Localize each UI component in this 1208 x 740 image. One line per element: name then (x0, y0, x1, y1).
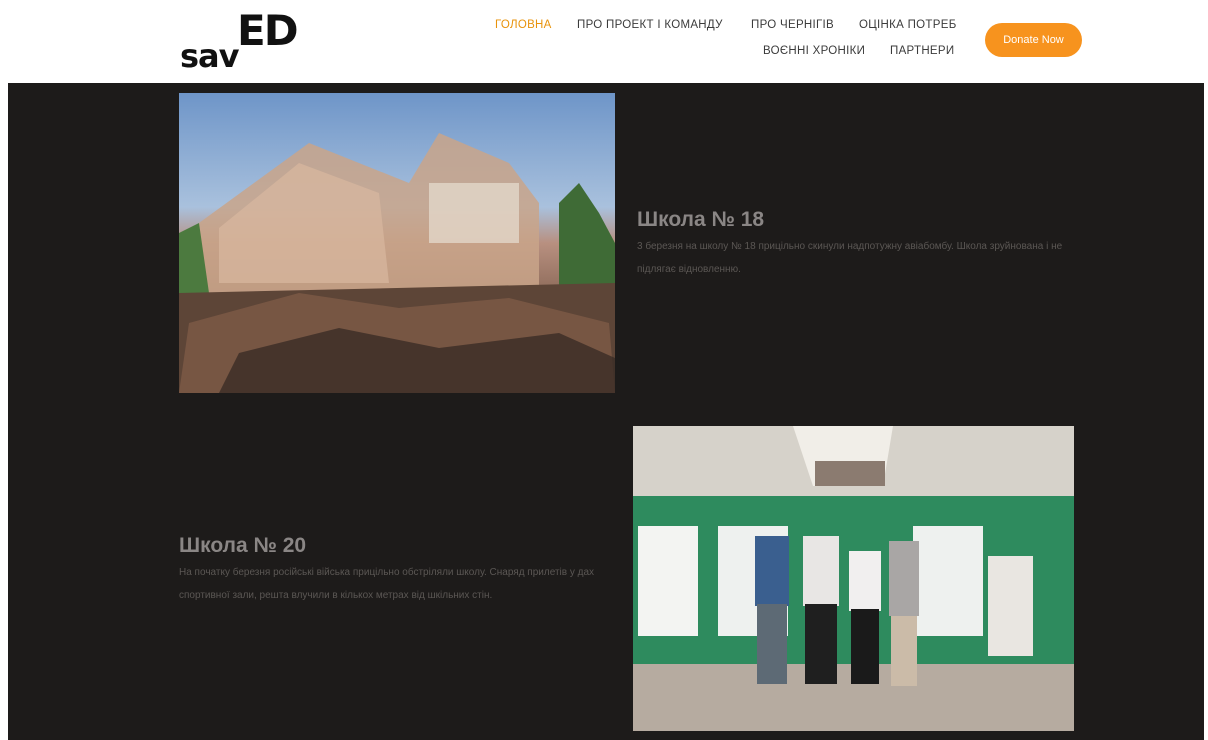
nav-item-about-project[interactable]: ПРО ПРОЕКТ І КОМАНДУ (577, 19, 723, 31)
section-title: Школа № 20 (179, 534, 307, 557)
section-description: 3 березня на школу № 18 прицільно скинул… (637, 241, 1063, 275)
site-header: sav ED ГОЛОВНА ПРО ПРОЕКТ І КОМАНДУ ПРО … (0, 0, 1208, 83)
nav-item-partners[interactable]: ПАРТНЕРИ (890, 45, 954, 57)
nav-item-needs-assessment[interactable]: ОЦІНКА ПОТРЕБ (859, 19, 957, 31)
donate-button[interactable]: Donate Now (985, 23, 1082, 57)
section-title: Школа № 18 (637, 208, 765, 231)
school-18-photo (179, 93, 615, 393)
nav-item-home[interactable]: ГОЛОВНА (495, 19, 552, 31)
saved-logo[interactable]: sav ED (180, 6, 300, 75)
logo-text-sav: sav (180, 37, 239, 75)
students-figures (755, 536, 919, 686)
nav-item-war-chronicles[interactable]: ВОЄННІ ХРОНІКИ (763, 45, 865, 57)
school-18-photo-art (179, 133, 615, 393)
school-20-photo-art (633, 426, 1074, 731)
section-description: На початку березня російські війська при… (179, 567, 595, 601)
logo-text-ed: ED (237, 6, 299, 55)
school-20-photo (633, 426, 1074, 731)
nav-item-about-chernihiv[interactable]: ПРО ЧЕРНІГІВ (751, 19, 834, 31)
